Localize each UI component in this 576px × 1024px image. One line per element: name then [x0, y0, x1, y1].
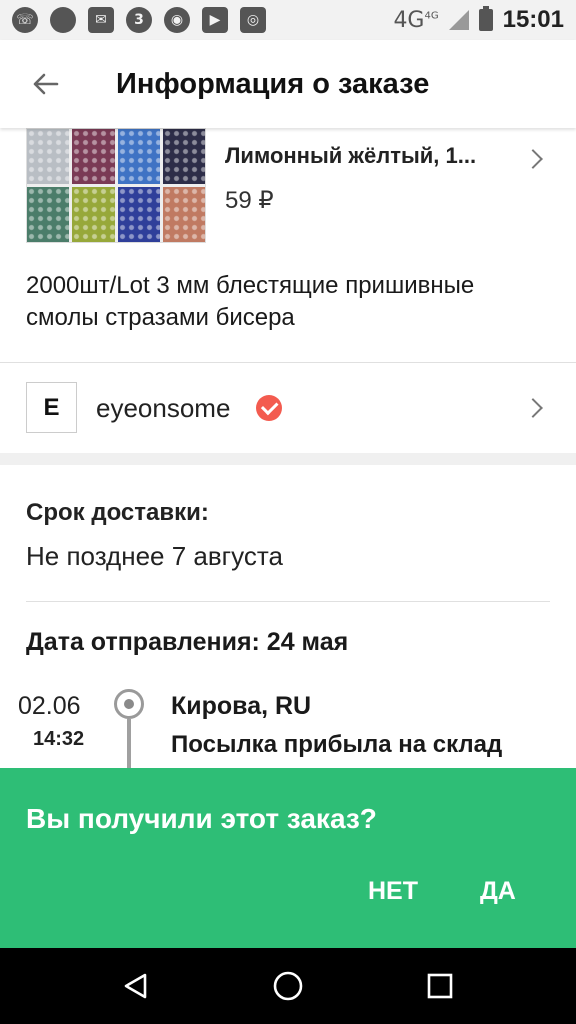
- recents-square-icon: [427, 973, 453, 999]
- rhinestone-swatch: [117, 187, 160, 242]
- page-title: Информация о заказе: [116, 67, 430, 100]
- network-type: 4G4G: [393, 7, 439, 33]
- delivery-label: Срок доставки:: [26, 499, 209, 526]
- shipping-date: Дата отправления: 24 мая: [26, 628, 349, 656]
- tracking-event-description: Посылка прибыла на склад: [171, 731, 503, 758]
- system-nav-bar: [0, 948, 576, 1024]
- product-price: 59 ₽: [225, 187, 274, 214]
- rhinestone-swatch: [117, 129, 160, 184]
- chrome-icon: ◉: [164, 7, 190, 33]
- yes-button[interactable]: ДА: [470, 873, 526, 910]
- chevron-right-icon: [523, 398, 543, 418]
- rhinestone-swatch: [72, 187, 115, 242]
- tracking-event-location: Кирова, RU: [171, 692, 312, 720]
- seller-row[interactable]: E eyeonsome: [0, 363, 576, 453]
- product-variant: Лимонный жёлтый, 1...: [225, 143, 477, 168]
- rhinestone-swatch: [27, 129, 70, 184]
- verified-badge-icon: [256, 395, 282, 421]
- signal-icon: [448, 10, 469, 30]
- nav-back-button[interactable]: [98, 948, 174, 1024]
- rhinestone-swatch: [72, 129, 115, 184]
- nav-recents-button[interactable]: [402, 948, 478, 1024]
- youtube-icon: ▶: [202, 7, 228, 33]
- clock: 15:01: [502, 6, 564, 33]
- chevron-right-icon: [523, 149, 543, 169]
- seller-logo: E: [26, 382, 77, 433]
- status-bar: ☏ ✉ 3 ◉ ▶ ◎ 4G4G 15:01: [0, 0, 576, 40]
- product-title: 2000шт/Lot 3 мм блестящие пришивные смол…: [26, 272, 475, 331]
- tracking-event-date: 02.06: [18, 692, 81, 720]
- instagram-icon: ◎: [240, 7, 266, 33]
- confirm-question: Вы получили этот заказ?: [26, 803, 377, 834]
- notification-icons: ☏ ✉ 3 ◉ ▶ ◎: [12, 7, 266, 33]
- tracking-event-time: 14:32: [33, 728, 85, 750]
- nav-home-button[interactable]: [250, 948, 326, 1024]
- product-row[interactable]: Лимонный жёлтый, 1... 59 ₽: [0, 128, 576, 243]
- delivery-value: Не позднее 7 августа: [26, 541, 283, 571]
- divider: [26, 601, 550, 602]
- back-button[interactable]: [0, 40, 90, 128]
- product-thumbnail: [26, 128, 206, 243]
- back-triangle-icon: [124, 973, 147, 999]
- app-bar: Информация о заказе: [0, 40, 576, 128]
- rhinestone-swatch: [162, 187, 205, 242]
- battery-icon: [478, 6, 493, 31]
- home-circle-icon: [273, 971, 303, 1001]
- timeline-dot-icon: [114, 689, 144, 719]
- rhinestone-swatch: [162, 129, 205, 184]
- circle-app-icon: [50, 7, 76, 33]
- whatsapp-icon: ☏: [12, 7, 38, 33]
- arrow-left-icon: [33, 73, 59, 95]
- section-separator: [0, 453, 576, 465]
- gmail-icon: ✉: [88, 7, 114, 33]
- confirm-receipt-sheet: Вы получили этот заказ? НЕТ ДА: [0, 768, 576, 948]
- number-3-app-icon: 3: [126, 7, 152, 33]
- rhinestone-swatch: [27, 187, 70, 242]
- seller-name: eyeonsome: [96, 393, 231, 423]
- no-button[interactable]: НЕТ: [358, 873, 428, 910]
- system-status: 4G4G 15:01: [393, 6, 564, 34]
